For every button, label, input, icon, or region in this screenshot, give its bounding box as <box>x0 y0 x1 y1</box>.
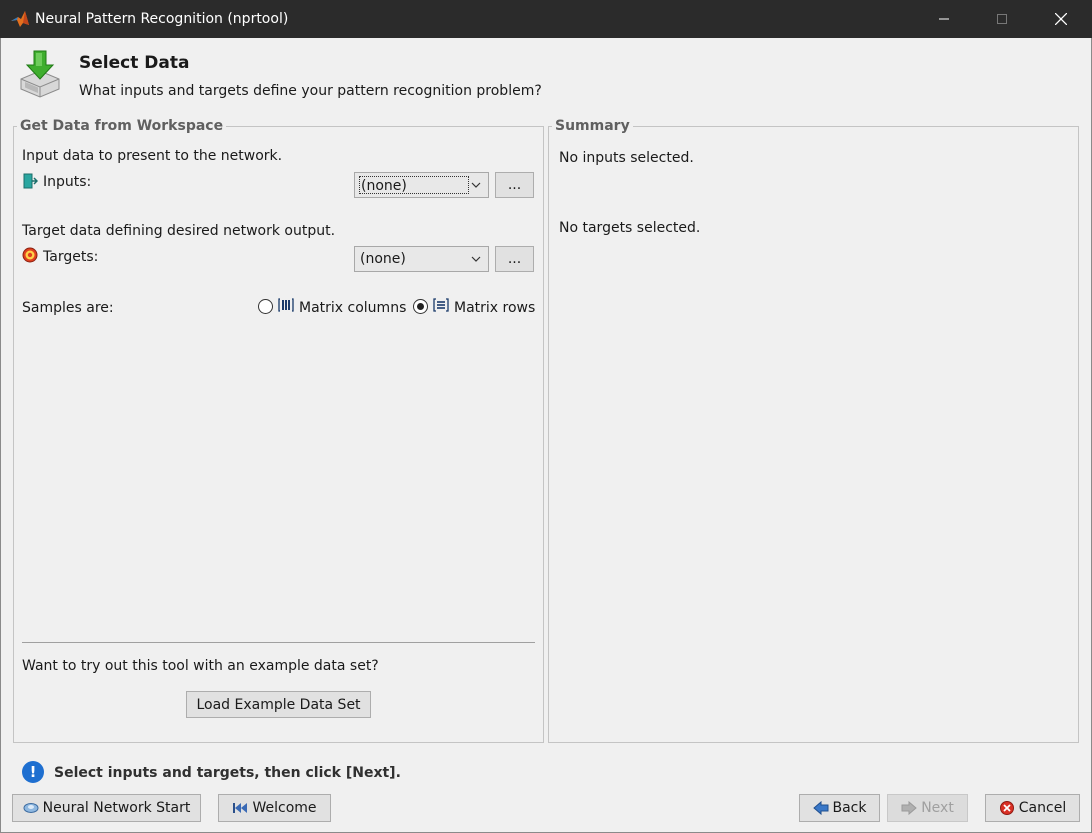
targets-dropdown-value: (none) <box>360 251 406 267</box>
minimize-icon <box>939 18 949 20</box>
targets-dropdown[interactable]: (none) <box>354 246 489 272</box>
window-title: Neural Pattern Recognition (nprtool) <box>35 11 289 27</box>
targets-icon <box>22 247 38 263</box>
page-title: Select Data <box>79 53 190 73</box>
chevron-down-icon <box>471 256 481 262</box>
targets-summary: No targets selected. <box>559 220 701 236</box>
minimize-button[interactable] <box>915 0 973 38</box>
workspace-panel-legend: Get Data from Workspace <box>17 118 227 134</box>
cancel-icon <box>999 801 1014 815</box>
cancel-label: Cancel <box>1018 800 1067 816</box>
summary-panel-legend: Summary <box>552 118 633 134</box>
matrix-columns-icon <box>278 298 294 312</box>
neural-network-start-label: Neural Network Start <box>42 800 191 816</box>
targets-browse-button[interactable]: ... <box>495 246 534 272</box>
maximize-button[interactable] <box>973 0 1031 38</box>
load-example-data-button[interactable]: Load Example Data Set <box>186 691 371 718</box>
rewind-icon <box>233 803 248 813</box>
matrix-rows-label[interactable]: Matrix rows <box>454 299 535 317</box>
info-icon: ! <box>22 761 44 783</box>
close-icon <box>1055 13 1067 25</box>
neural-network-icon <box>23 803 39 813</box>
import-data-icon <box>20 50 60 98</box>
workspace-panel: Get Data from Workspace <box>13 118 544 743</box>
back-label: Back <box>832 800 867 816</box>
inputs-icon <box>23 173 38 189</box>
neural-network-start-button[interactable]: Neural Network Start <box>12 794 201 822</box>
matlab-icon <box>11 11 29 27</box>
panel-divider <box>22 642 535 643</box>
matrix-rows-radio[interactable] <box>413 299 428 314</box>
close-window-button[interactable] <box>1032 0 1090 38</box>
title-bar: Neural Pattern Recognition (nprtool) <box>0 0 1092 38</box>
targets-description: Target data defining desired network out… <box>22 223 336 239</box>
back-button[interactable]: Back <box>799 794 880 822</box>
samples-label: Samples are: <box>22 300 114 316</box>
matrix-rows-icon <box>433 298 449 312</box>
page-subtitle: What inputs and targets define your patt… <box>79 83 542 99</box>
inputs-label: Inputs: <box>43 174 92 190</box>
targets-label: Targets: <box>43 249 99 265</box>
welcome-label: Welcome <box>252 800 317 816</box>
cancel-button[interactable]: Cancel <box>985 794 1080 822</box>
next-label: Next <box>921 800 954 816</box>
inputs-dropdown[interactable]: (none) <box>354 172 489 198</box>
welcome-button[interactable]: Welcome <box>218 794 331 822</box>
inputs-browse-button[interactable]: ... <box>495 172 534 198</box>
chevron-down-icon <box>471 182 481 188</box>
inputs-dropdown-value: (none) <box>359 176 469 194</box>
inputs-description: Input data to present to the network. <box>22 148 283 164</box>
status-message: Select inputs and targets, then click [N… <box>54 765 401 781</box>
arrow-right-icon <box>901 801 917 815</box>
maximize-icon <box>997 14 1007 24</box>
inputs-summary: No inputs selected. <box>559 150 694 166</box>
arrow-left-icon <box>812 801 828 815</box>
matrix-columns-label[interactable]: Matrix columns <box>299 299 406 317</box>
matrix-columns-radio[interactable] <box>258 299 273 314</box>
next-button[interactable]: Next <box>887 794 968 822</box>
example-prompt: Want to try out this tool with an exampl… <box>22 658 379 674</box>
